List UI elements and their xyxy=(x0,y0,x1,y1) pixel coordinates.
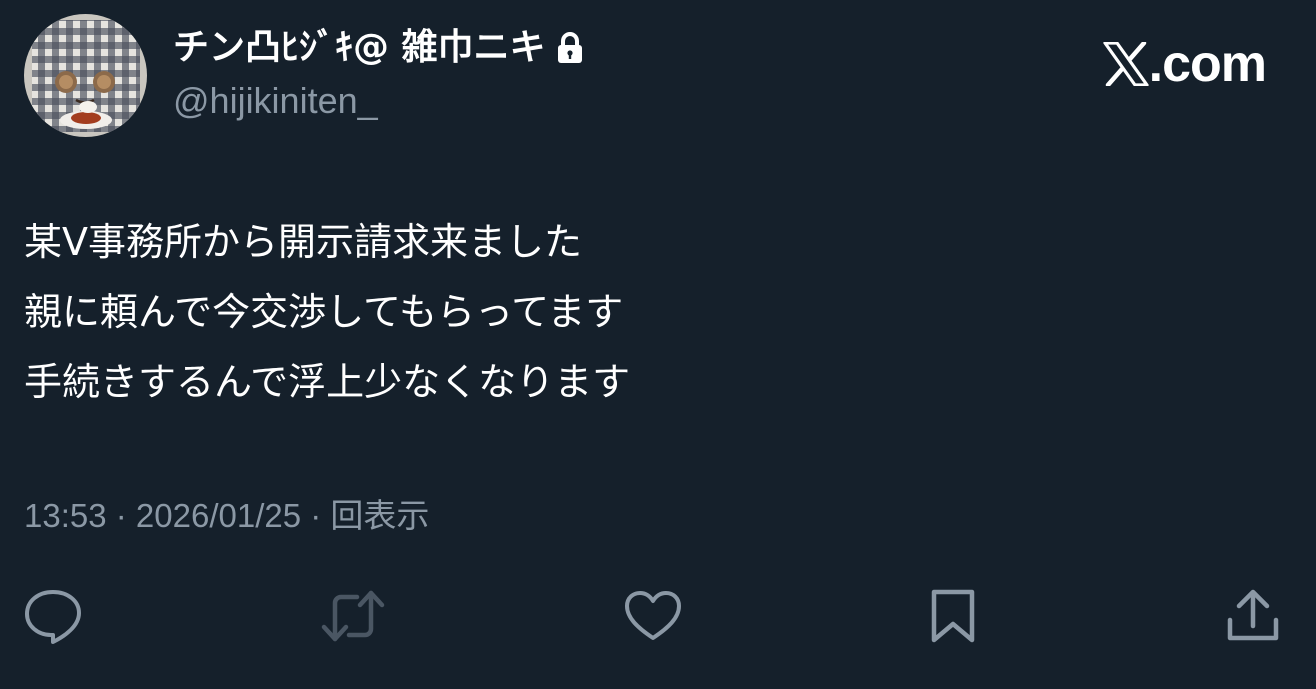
meta-separator: · xyxy=(301,497,331,534)
view-count: 回表示 xyxy=(330,496,430,535)
heart-icon xyxy=(624,590,682,642)
share-icon xyxy=(1225,588,1281,644)
brand-label: .com xyxy=(1148,35,1267,93)
reply-button[interactable] xyxy=(22,585,84,647)
avatar[interactable] xyxy=(24,14,147,137)
reply-icon xyxy=(23,588,83,644)
tweet-line: 手続きするんで浮上少なくなります xyxy=(24,360,631,404)
meta-separator: · xyxy=(106,497,136,534)
tweet-meta: 13:53 · 2026/01/25 · 回表示 xyxy=(24,494,429,538)
retweet-button[interactable] xyxy=(321,585,385,647)
bookmark-icon xyxy=(930,588,976,644)
tweet-date[interactable]: 2026/01/25 xyxy=(136,497,301,534)
share-button[interactable] xyxy=(1222,585,1284,647)
author-handle[interactable]: @hijikiniten_ xyxy=(173,79,378,123)
avatar-image xyxy=(24,14,147,137)
tweet-time[interactable]: 13:53 xyxy=(24,497,107,534)
like-button[interactable] xyxy=(622,585,684,647)
x-logo-icon xyxy=(1103,42,1149,86)
tweet-line: 親に頼んで今交渉してもらってます xyxy=(24,290,624,334)
bookmark-button[interactable] xyxy=(922,585,984,647)
tweet-text: 某V事務所から開示請求来ました 親に頼んで今交渉してもらってます 手続きするんで… xyxy=(24,207,1284,417)
tweet-line: 某V事務所から開示請求来ました xyxy=(24,220,582,264)
brand-logo: .com xyxy=(1103,34,1267,94)
retweet-icon xyxy=(321,589,385,643)
author-name[interactable]: チン凸ﾋｼﾞｷ@ 雑巾ニキ xyxy=(173,26,584,70)
display-name-text: チン凸ﾋｼﾞｷ@ 雑巾ニキ xyxy=(173,27,546,68)
lock-icon xyxy=(556,31,584,65)
